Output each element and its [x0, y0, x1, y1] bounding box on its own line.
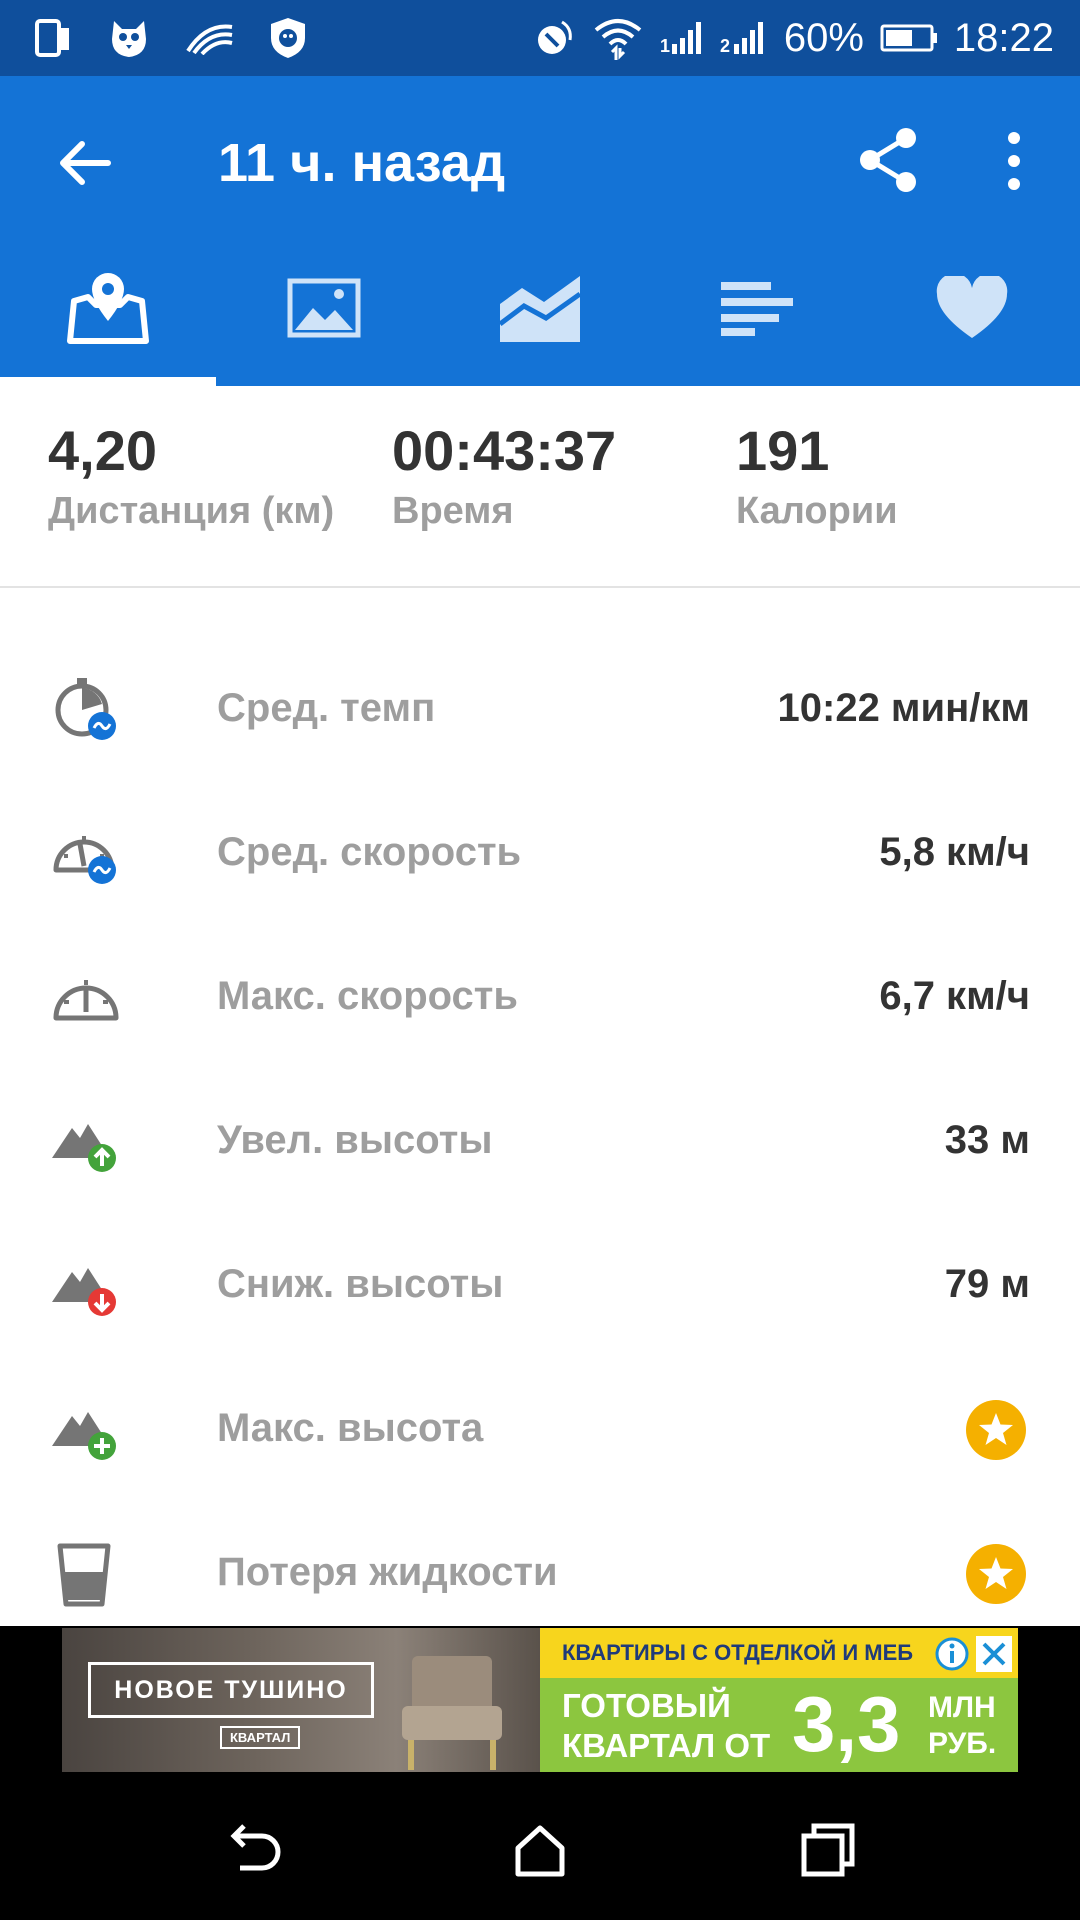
elevation-loss-label: Сниж. высоты: [217, 1262, 504, 1306]
app-bar: 11 ч. назад: [0, 76, 1080, 386]
max-elevation-label: Макс. высота: [217, 1406, 484, 1450]
home-icon: [515, 1825, 565, 1877]
ad-price: 3,3: [792, 1680, 901, 1768]
back-button[interactable]: [50, 128, 120, 198]
nav-back-button[interactable]: [222, 1820, 282, 1880]
battery-percent: 60%: [783, 15, 864, 60]
svg-text:2: 2: [720, 36, 730, 56]
avg-pace-value: 10:22 мин/км: [777, 686, 1030, 730]
image-icon: [287, 278, 361, 338]
avg-speed-value: 5,8 км/ч: [879, 830, 1030, 874]
max-speed-label: Макс. скорость: [217, 974, 518, 1018]
toolbar: 11 ч. назад: [0, 76, 1080, 244]
nav-back-icon: [230, 1824, 281, 1871]
signal-sim1-icon: 1: [660, 20, 704, 56]
tab-bar: [0, 244, 1080, 386]
tab-charts[interactable]: [432, 244, 648, 386]
nav-recents-button[interactable]: [798, 1820, 858, 1880]
avg-speed-label: Сред. скорость: [217, 830, 522, 874]
stat-row-fluid-loss: Потеря жидкости: [0, 1502, 1080, 1646]
distance-summary: 4,20 Дистанция (км): [48, 416, 334, 536]
tab-photos[interactable]: [216, 244, 432, 386]
stat-row-max-elevation: Макс. высота: [0, 1358, 1080, 1502]
activity-summary: 4,20 Дистанция (км) 00:43:37 Время 191 К…: [0, 386, 1080, 588]
ad-image: НОВОЕ ТУШИНО КВАРТАЛ: [62, 1628, 540, 1772]
ad-headline-line1: ГОТОВЫЙ: [562, 1687, 731, 1724]
map-pin-icon: [67, 273, 149, 344]
clock: 18:22: [953, 15, 1054, 60]
recents-icon: [801, 1823, 855, 1877]
arrow-back-icon: [60, 141, 111, 185]
ad-brand-sub: КВАРТАЛ: [220, 1726, 301, 1749]
svg-text:1: 1: [660, 36, 670, 56]
stats-list: Сред. темп 10:22 мин/км Сред. скорость 5…: [0, 638, 1080, 1646]
elevation-gain-label: Увел. высоты: [217, 1118, 493, 1162]
ad-offer: КВАРТИРЫ С ОТДЕЛКОЙ И МЕБ ГОТОВЫЙ КВАРТА…: [540, 1628, 1018, 1772]
armchair-icon: [402, 1656, 502, 1770]
ad-unit: МЛН РУБ.: [928, 1690, 996, 1762]
stat-row-elevation-gain: Увел. высоты 33 м: [0, 1070, 1080, 1214]
page-title: 11 ч. назад: [218, 133, 506, 193]
premium-star-icon[interactable]: [966, 1400, 1026, 1460]
tab-heart-rate[interactable]: [864, 244, 1080, 386]
nav-home-button[interactable]: [510, 1820, 570, 1880]
more-vert-icon: [1008, 132, 1020, 190]
elevation-gain-icon: [52, 1124, 116, 1172]
splits-bars-icon: [721, 282, 793, 336]
ad-headline-line2: КВАРТАЛ ОТ: [562, 1727, 771, 1764]
speedometer-icon: [53, 980, 119, 1021]
fluid-loss-label: Потеря жидкости: [217, 1550, 558, 1594]
max-elevation-icon: [52, 1412, 116, 1460]
calories-value: 191: [736, 419, 830, 482]
ad-headline: ГОТОВЫЙ КВАРТАЛ ОТ: [562, 1686, 770, 1766]
swipe-keyboard-icon: [186, 21, 234, 55]
tab-map[interactable]: [0, 244, 216, 386]
area-chart-icon: [498, 276, 582, 342]
ad-unit-line1: МЛН: [928, 1691, 996, 1724]
ad-brand: НОВОЕ ТУШИНО: [88, 1662, 374, 1718]
elevation-loss-value: 79 м: [944, 1262, 1030, 1306]
share-icon: [860, 128, 916, 192]
elevation-gain-value: 33 м: [944, 1118, 1030, 1162]
shield-icon: [268, 16, 308, 60]
ad-strip: НОВОЕ ТУШИНО КВАРТАЛ КВАРТИРЫ С ОТДЕЛКОЙ…: [0, 1626, 1080, 1776]
heart-icon: [936, 276, 1008, 338]
calories-summary: 191 Калории: [736, 416, 898, 536]
water-glass-icon: [57, 1543, 111, 1607]
premium-star-icon[interactable]: [966, 1544, 1026, 1604]
stat-row-avg-speed: Сред. скорость 5,8 км/ч: [0, 782, 1080, 926]
share-button[interactable]: [852, 124, 924, 196]
time-label: Время: [392, 490, 514, 532]
ad-info-icon[interactable]: [934, 1636, 970, 1672]
calories-label: Калории: [736, 490, 898, 532]
signal-sim2-icon: 2: [720, 20, 768, 56]
elevation-loss-icon: [52, 1268, 116, 1316]
max-speed-value: 6,7 км/ч: [879, 974, 1030, 1018]
nfc-icon: [532, 16, 576, 60]
stat-row-elevation-loss: Сниж. высоты 79 м: [0, 1214, 1080, 1358]
distance-value: 4,20: [48, 419, 157, 482]
bird-icon: [106, 17, 152, 59]
stat-row-avg-pace: Сред. темп 10:22 мин/км: [0, 638, 1080, 782]
avg-pace-label: Сред. темп: [217, 686, 436, 730]
stat-row-max-speed: Макс. скорость 6,7 км/ч: [0, 926, 1080, 1070]
system-nav-bar: [0, 1776, 1080, 1920]
stopwatch-avg-icon: [55, 678, 116, 740]
speedometer-avg-icon: [53, 836, 116, 884]
tab-splits[interactable]: [648, 244, 864, 386]
ad-unit-line2: РУБ.: [928, 1727, 997, 1760]
time-summary: 00:43:37 Время: [392, 416, 616, 536]
tablet-icon: [34, 18, 72, 58]
status-bar: 1 2 60% 18:22: [0, 0, 1080, 76]
distance-label: Дистанция (км): [48, 490, 335, 532]
wifi-icon: [592, 16, 644, 60]
ad-close-icon[interactable]: [976, 1636, 1012, 1672]
more-options-button[interactable]: [990, 126, 1038, 196]
battery-icon: [880, 23, 938, 53]
ad-banner[interactable]: НОВОЕ ТУШИНО КВАРТАЛ КВАРТИРЫ С ОТДЕЛКОЙ…: [62, 1628, 1018, 1772]
time-value: 00:43:37: [392, 419, 617, 482]
